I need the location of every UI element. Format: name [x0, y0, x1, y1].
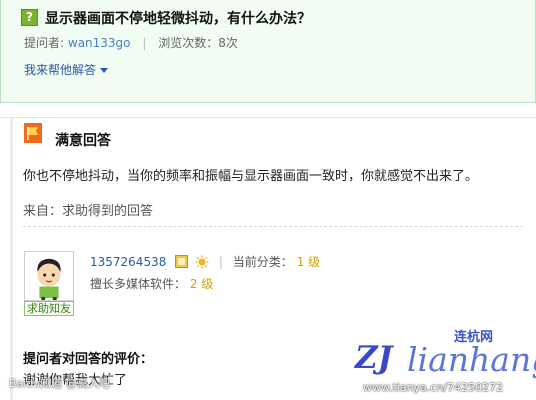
- logo-zj-text: ZJ: [355, 340, 393, 376]
- logo-url-text: www.tianya.cn/74250272: [363, 381, 504, 394]
- skill-label: 擅长多媒体软件：: [90, 277, 187, 291]
- question-meta: 提问者: wan133go | 浏览次数：8次: [24, 34, 238, 51]
- caret-down-icon: [100, 68, 109, 73]
- rank-tag: 求助知友: [24, 301, 74, 316]
- question-panel: ? 显示器画面不停地轻微抖动，有什么办法？ 提问者: wan133go | 浏览…: [0, 0, 536, 103]
- help-answer-label: 我来帮他解答: [24, 63, 97, 77]
- skill-level: 2 级: [189, 277, 214, 291]
- skill-row: 擅长多媒体软件： 2 级: [90, 275, 213, 292]
- evaluation-title: 提问者对回答的评价：: [23, 352, 154, 367]
- meta-separator: |: [142, 36, 147, 50]
- best-answer-flag-icon: [24, 123, 42, 143]
- left-rule: [10, 118, 13, 400]
- answerer-name-link[interactable]: 1357264538: [90, 255, 166, 269]
- medal-icon: [175, 255, 189, 268]
- best-answer-title: 满意回答: [55, 133, 111, 149]
- asker-name-link[interactable]: wan133go: [68, 36, 131, 50]
- question-title: 显示器画面不停地轻微抖动，有什么办法？: [45, 11, 311, 27]
- category-label: 当前分类：: [232, 255, 293, 269]
- answerer-info-row: 1357264538 | 当前分类： 1 级: [90, 253, 320, 270]
- lianhang-watermark-logo: ZJ 连杭网 lianhang www.tianya.cn/74250272: [355, 326, 536, 400]
- answer-text: 你也不停地抖动，当你的频率和振幅与显示器画面一致时，你就感觉不出来了。: [23, 169, 479, 184]
- baidu-watermark: Baidu知道 @高人吧: [9, 377, 110, 390]
- asker-label: 提问者:: [24, 36, 65, 50]
- category-level: 1 级: [296, 255, 321, 269]
- help-answer-link[interactable]: 我来帮他解答: [24, 61, 109, 78]
- views-label: 浏览次数：: [158, 36, 219, 50]
- sun-icon: [195, 255, 209, 269]
- logo-lianhang-text: lianhang: [407, 340, 536, 379]
- question-mark-icon: ?: [21, 9, 38, 26]
- answer-source: 来自：求助得到的回答: [23, 204, 154, 219]
- info-separator: |: [218, 255, 223, 269]
- divider: [23, 226, 523, 227]
- answerer-avatar[interactable]: [24, 251, 74, 301]
- views-count: 8次: [218, 36, 238, 50]
